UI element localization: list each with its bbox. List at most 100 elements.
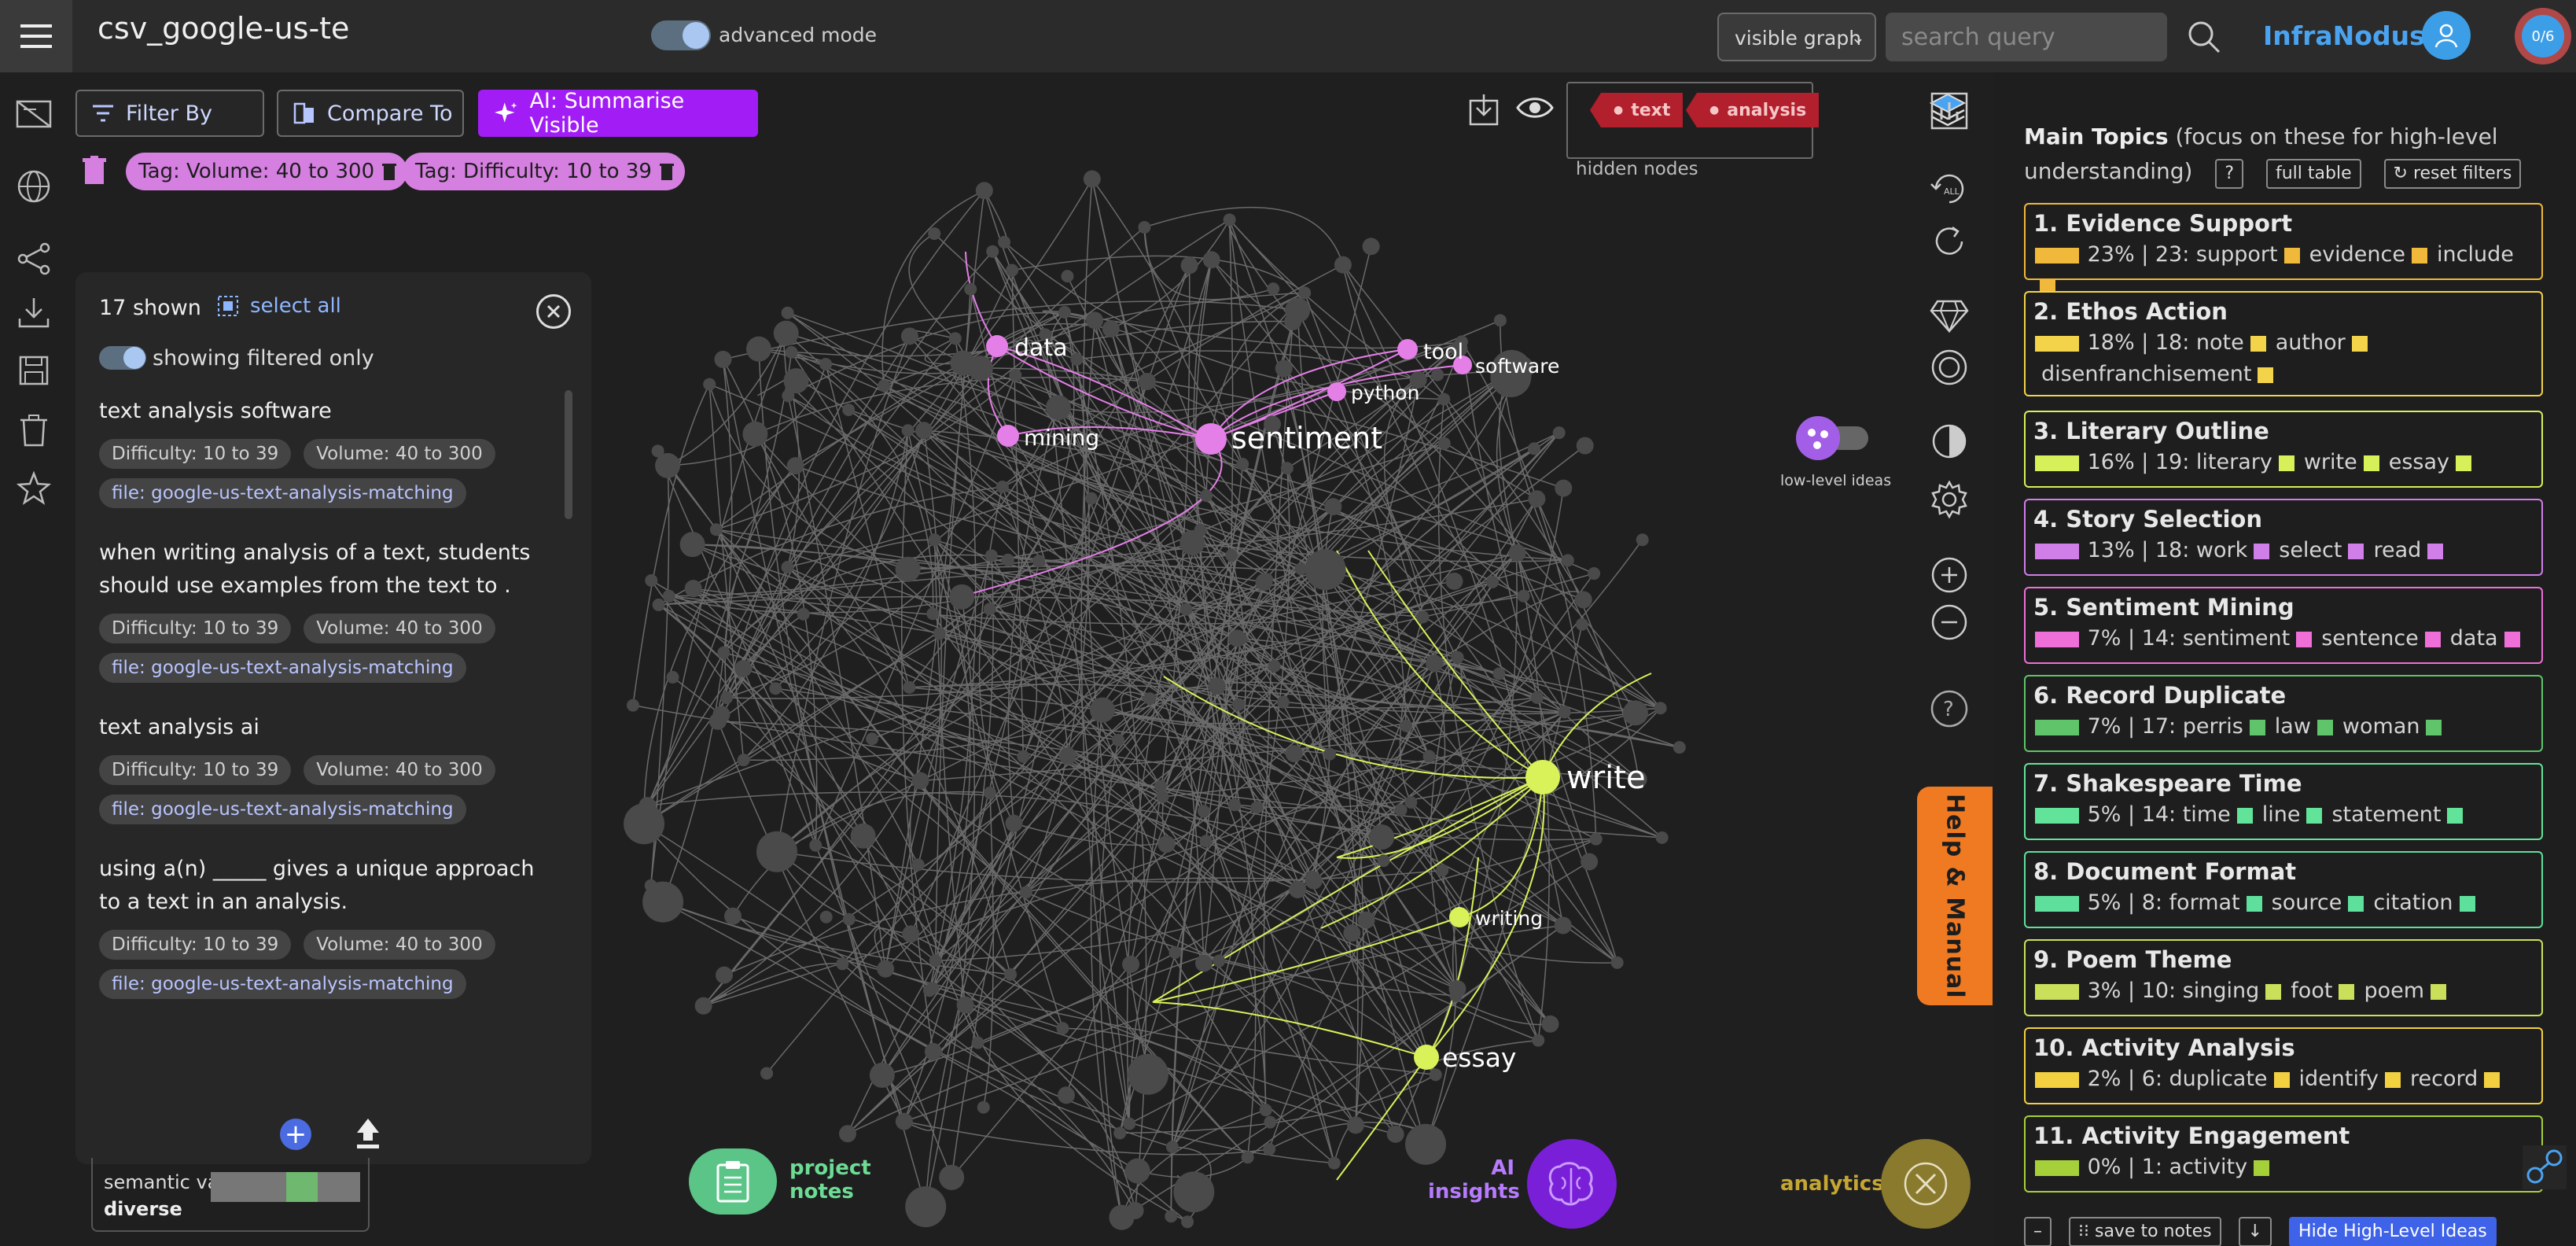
results-scrollbar[interactable] <box>565 390 572 519</box>
topic-word[interactable]: identify <box>2299 1067 2379 1091</box>
graph-node[interactable] <box>998 235 1011 249</box>
graph-node[interactable] <box>1058 305 1071 319</box>
graph-node[interactable] <box>1223 213 1236 227</box>
graph-node[interactable] <box>1517 589 1530 603</box>
save-to-notes-button[interactable]: ⁝⁝ save to notes <box>2069 1217 2221 1246</box>
graph-node[interactable] <box>1083 170 1101 188</box>
graph-node[interactable] <box>1084 492 1098 505</box>
refresh-icon[interactable] <box>1928 220 1971 263</box>
graph-node[interactable] <box>1508 544 1526 562</box>
menu-icon[interactable] <box>0 0 72 72</box>
graph-node[interactable] <box>877 960 895 978</box>
graph-node[interactable] <box>850 823 876 849</box>
graph-node[interactable] <box>734 660 753 678</box>
tag-pill[interactable]: Volume: 40 to 300 <box>304 755 495 785</box>
graph-node[interactable] <box>708 712 727 730</box>
graph-node[interactable] <box>1426 654 1444 673</box>
node-data[interactable] <box>986 335 1008 357</box>
graph-node[interactable] <box>1400 719 1413 732</box>
graph-node[interactable] <box>1530 691 1544 704</box>
graph-node[interactable] <box>895 556 921 582</box>
graph-node[interactable] <box>1555 479 1573 497</box>
graph-node[interactable] <box>819 357 833 370</box>
graph-node[interactable] <box>756 831 798 872</box>
topic-word[interactable]: write <box>2304 450 2357 474</box>
graph-node[interactable] <box>1541 1015 1559 1033</box>
close-analytics-button[interactable] <box>1881 1139 1971 1229</box>
graph-node[interactable] <box>1058 746 1076 765</box>
tag-pill[interactable]: Volume: 40 to 300 <box>304 930 495 960</box>
topic-card[interactable]: 6. Record Duplicate 7% | 17: perris law wo… <box>2024 675 2543 752</box>
filtered-only-toggle[interactable] <box>99 346 146 370</box>
graph-node[interactable] <box>939 1164 965 1190</box>
graph-node[interactable] <box>1124 1158 1150 1184</box>
graph-node[interactable] <box>1575 617 1588 631</box>
topic-word[interactable]: author <box>2276 330 2346 355</box>
graph-node[interactable] <box>1574 591 1592 609</box>
topic-word[interactable]: woman <box>2342 714 2420 739</box>
graph-node[interactable] <box>911 772 929 790</box>
node-python[interactable] <box>1327 382 1346 401</box>
graph-node[interactable] <box>1554 916 1572 934</box>
graph-node[interactable] <box>1179 529 1205 555</box>
graph-node[interactable] <box>903 680 916 694</box>
graph-node[interactable] <box>949 584 975 610</box>
zoom-in-icon[interactable] <box>1928 554 1971 596</box>
graph-node[interactable] <box>1552 426 1566 440</box>
graph-node[interactable] <box>819 910 833 923</box>
graph-node[interactable] <box>1492 667 1506 680</box>
graph-node[interactable] <box>1346 1116 1364 1134</box>
graph-node[interactable] <box>781 561 794 574</box>
graph-node[interactable] <box>1298 286 1312 300</box>
graph-node[interactable] <box>1138 220 1151 234</box>
graph-node[interactable] <box>1208 677 1226 695</box>
graph-node[interactable] <box>1061 270 1074 283</box>
graph-node[interactable] <box>1213 954 1226 968</box>
usage-counter[interactable]: 0/6 <box>2515 8 2571 65</box>
graph-node[interactable] <box>933 627 946 640</box>
list-item[interactable]: text analysis software Difficulty: 10 to… <box>99 395 555 508</box>
topic-word[interactable]: select <box>2279 538 2342 562</box>
gem-icon[interactable] <box>1928 294 1971 337</box>
graph-node[interactable] <box>900 327 918 345</box>
network-icon[interactable] <box>2523 1145 2567 1189</box>
graph-node[interactable] <box>956 996 974 1014</box>
graph-node[interactable] <box>839 1125 857 1143</box>
search-icon[interactable] <box>2186 19 2222 58</box>
app-title[interactable]: csv_google-us-te <box>98 11 349 46</box>
list-item[interactable]: when writing analysis of a text, student… <box>99 536 555 683</box>
graph-node[interactable] <box>1179 603 1193 616</box>
graph-node[interactable] <box>1610 956 1624 969</box>
topic-card[interactable]: 9. Poem Theme 3% | 10: singing foot poem <box>2024 939 2543 1016</box>
graph-node[interactable] <box>1195 954 1213 972</box>
file-pill[interactable]: file: google-us-text-analysis-matching <box>99 478 466 508</box>
graph-node[interactable] <box>1112 733 1125 746</box>
graph-node[interactable] <box>1004 968 1018 981</box>
node-essay[interactable] <box>1414 1045 1439 1070</box>
topic-card[interactable]: 10. Activity Analysis 2% | 6: duplicate i… <box>2024 1027 2543 1104</box>
graph-node[interactable] <box>703 378 716 391</box>
graph-node[interactable] <box>1334 256 1352 274</box>
graph-node[interactable] <box>1236 457 1249 470</box>
low-level-ideas-toggle[interactable] <box>1796 415 1871 463</box>
select-all-button[interactable]: select all <box>217 294 341 318</box>
topic-word[interactable]: law <box>2275 714 2311 739</box>
topics-help-button[interactable]: ? <box>2215 159 2244 189</box>
show-all-icon[interactable]: ALL <box>1928 168 1971 211</box>
graph-node[interactable] <box>662 589 675 603</box>
graph-node[interactable] <box>1165 1141 1179 1154</box>
graph-node[interactable] <box>1275 359 1293 378</box>
project-notes-label[interactable]: project notes <box>789 1156 871 1204</box>
chart-icon[interactable] <box>1928 90 1971 132</box>
graph-node[interactable] <box>786 369 800 382</box>
tag-pill[interactable]: Difficulty: 10 to 39 <box>99 930 292 960</box>
graph-node[interactable] <box>1197 805 1210 818</box>
tag-pill[interactable]: Volume: 40 to 300 <box>304 614 495 643</box>
graph-node[interactable] <box>1404 796 1418 809</box>
graph-node[interactable] <box>1181 1215 1194 1229</box>
tag-pill[interactable]: Volume: 40 to 300 <box>304 439 495 469</box>
topic-card[interactable]: 4. Story Selection 13% | 18: work select r… <box>2024 499 2543 576</box>
graph-node[interactable] <box>769 682 782 695</box>
target-icon[interactable] <box>1928 346 1971 389</box>
graph-node[interactable] <box>1268 659 1281 673</box>
